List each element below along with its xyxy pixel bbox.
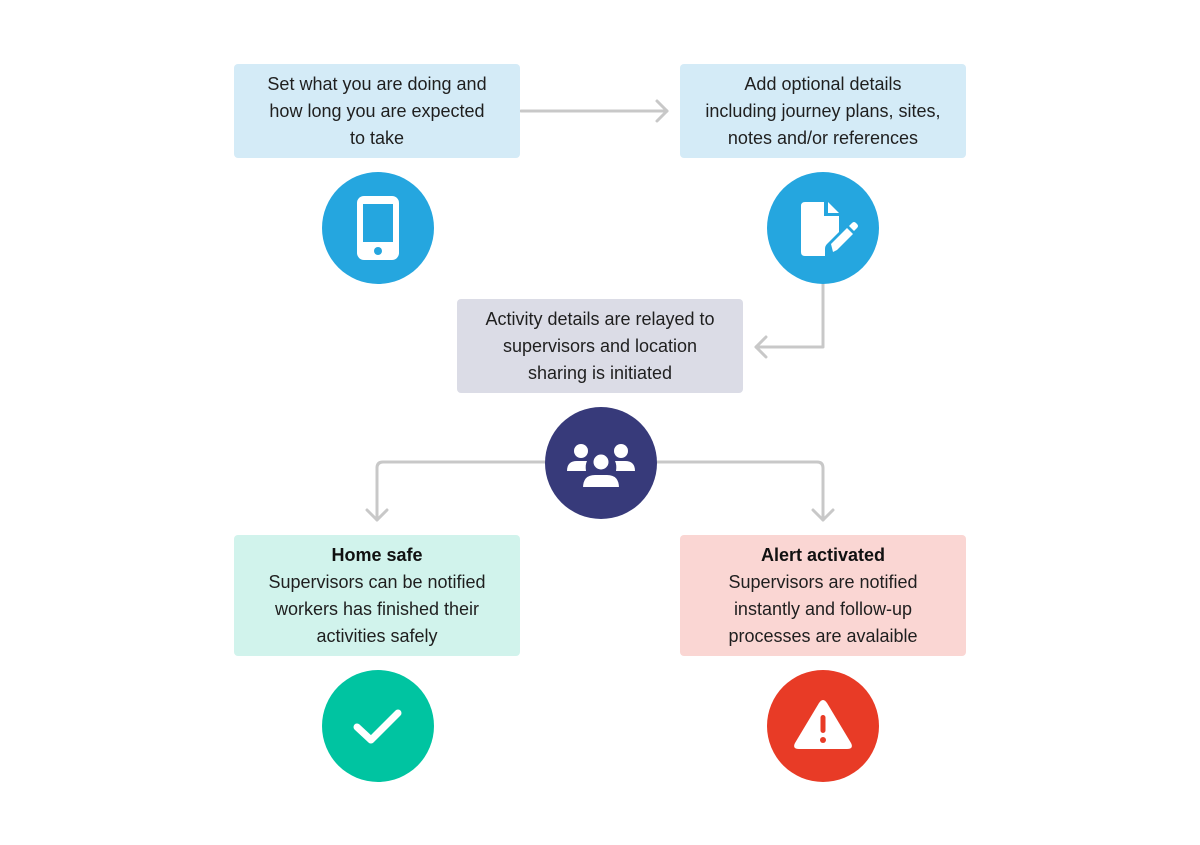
document-edit-icon <box>767 172 879 284</box>
step-alert: Alert activated Supervisors are notified… <box>680 535 966 656</box>
step-title: Home safe <box>331 544 423 565</box>
smartphone-icon <box>322 172 434 284</box>
arrow-relay-to-alert <box>654 460 825 522</box>
users-group-icon <box>545 407 657 519</box>
checkmark-icon <box>322 670 434 782</box>
step-relay: Activity details are relayed to supervis… <box>457 299 743 393</box>
arrow-relay-to-home-safe <box>375 460 548 522</box>
step-add-details: Add optional details including journey p… <box>680 64 966 158</box>
warning-icon <box>767 670 879 782</box>
step-text: Supervisors are notified instantly and f… <box>728 571 918 646</box>
step-title: Alert activated <box>760 544 886 565</box>
step-set-activity: Set what you are doing and how long you … <box>234 64 520 158</box>
step-text: Activity details are relayed to supervis… <box>485 308 715 383</box>
step-text: Supervisors can be notified workers has … <box>268 571 486 646</box>
step-text: Set what you are doing and how long you … <box>267 73 487 148</box>
step-text: Add optional details including journey p… <box>705 73 941 148</box>
step-home-safe: Home safe Supervisors can be notified wo… <box>234 535 520 656</box>
